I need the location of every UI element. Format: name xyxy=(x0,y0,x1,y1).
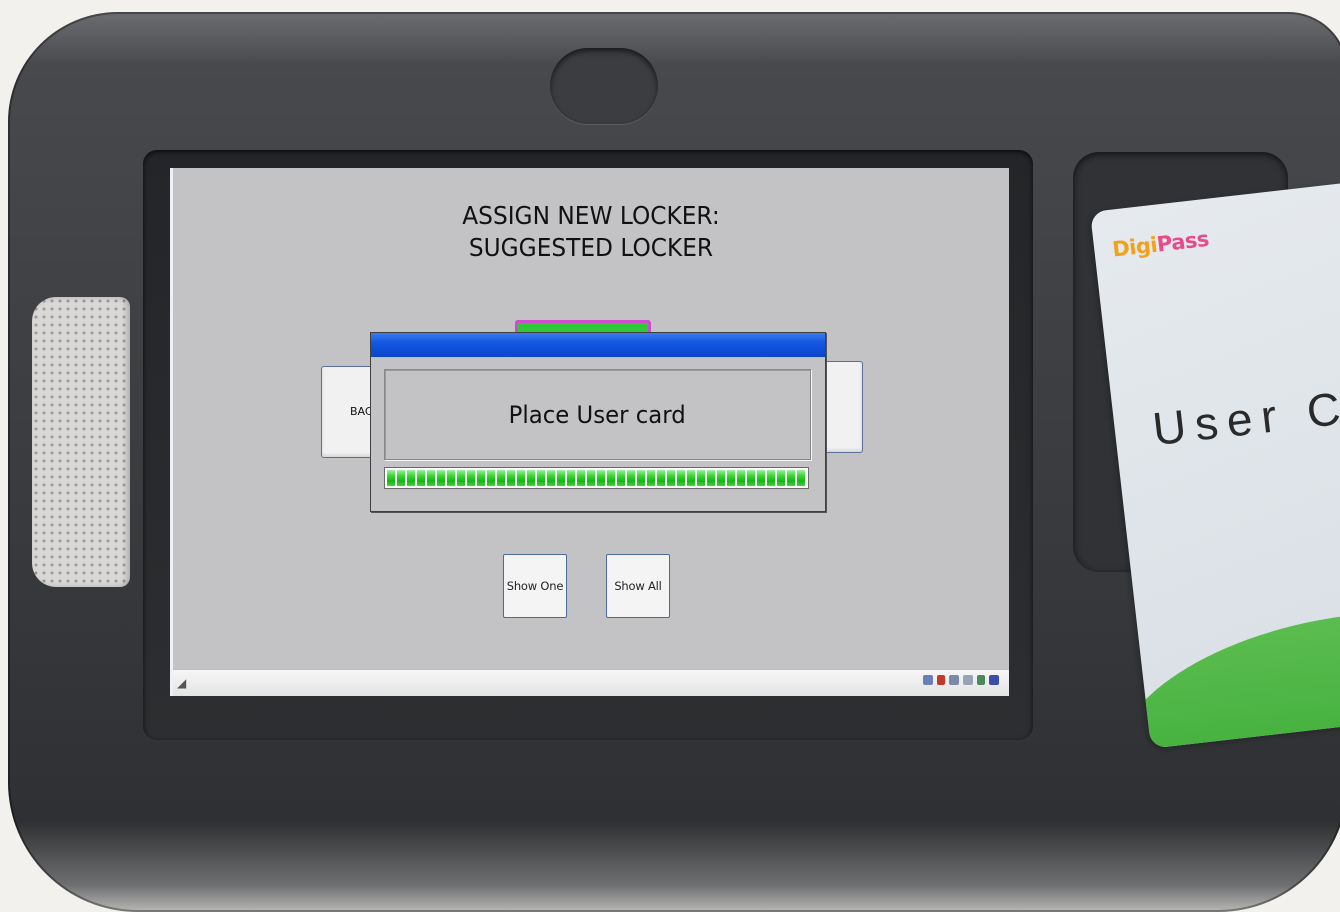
home-button[interactable] xyxy=(550,48,658,124)
desktop-icon[interactable] xyxy=(989,675,999,685)
dialog-titlebar[interactable] xyxy=(371,333,825,357)
show-one-button[interactable]: Show One xyxy=(503,554,567,618)
volume-icon[interactable] xyxy=(963,675,973,685)
alert-icon[interactable] xyxy=(937,675,945,685)
dialog-message-box: Place User card xyxy=(384,369,811,460)
system-tray xyxy=(923,675,999,685)
taskbar: ◢ xyxy=(173,669,1009,696)
show-all-button[interactable]: Show All xyxy=(606,554,670,618)
place-card-dialog: Place User card xyxy=(370,332,826,512)
logo-part-2: Pass xyxy=(1155,226,1211,257)
page-title: ASSIGN NEW LOCKER: SUGGESTED LOCKER xyxy=(202,200,979,264)
touch-screen: ASSIGN NEW LOCKER: SUGGESTED LOCKER BAC … xyxy=(170,168,1009,696)
logo-part-1: Digi xyxy=(1111,232,1159,262)
battery-icon[interactable] xyxy=(977,675,985,685)
network-icon[interactable] xyxy=(923,675,933,685)
progress-bar xyxy=(384,467,809,489)
digipass-logo: DigiPass xyxy=(1111,227,1210,262)
dialog-message: Place User card xyxy=(508,400,687,429)
title-line-2: SUGGESTED LOCKER xyxy=(468,233,714,262)
speaker-grille xyxy=(32,297,130,587)
card-label: User Ca xyxy=(1150,377,1340,456)
title-line-1: ASSIGN NEW LOCKER: xyxy=(462,201,720,230)
start-icon[interactable]: ◢ xyxy=(177,676,186,690)
keyboard-icon[interactable] xyxy=(949,675,959,685)
progress-fill xyxy=(387,470,806,486)
